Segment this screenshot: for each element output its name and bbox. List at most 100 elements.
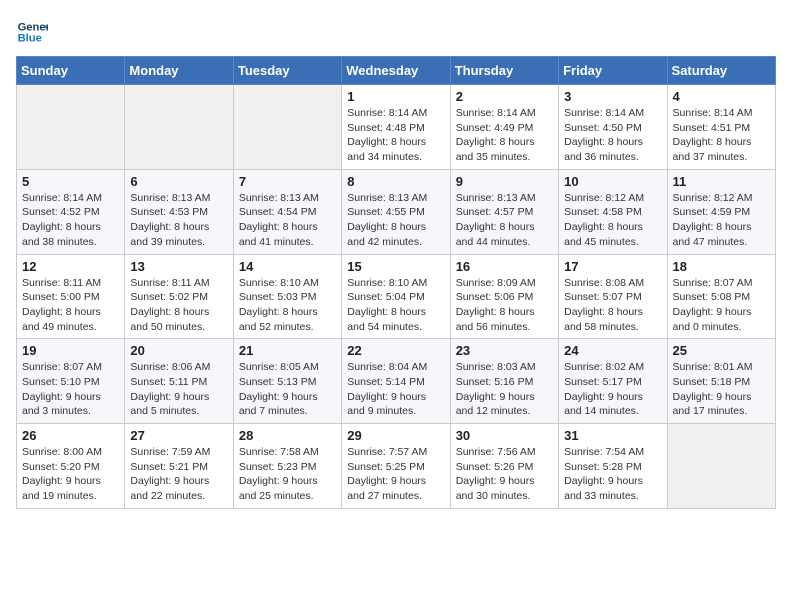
calendar-week-0: 1 Sunrise: 8:14 AM Sunset: 4:48 PM Daylig… <box>17 85 776 170</box>
calendar-week-1: 5Sunrise: 8:14 AM Sunset: 4:52 PM Daylig… <box>17 169 776 254</box>
page-header: General Blue <box>16 16 776 48</box>
calendar-cell: 11 Sunrise: 8:12 AM Sunset: 4:59 PM Dayli… <box>667 169 775 254</box>
day-info: Sunrise: 8:13 AM Sunset: 4:54 PM Dayligh… <box>239 191 336 250</box>
day-number: 3 <box>564 89 661 104</box>
calendar-body: 1 Sunrise: 8:14 AM Sunset: 4:48 PM Daylig… <box>17 85 776 509</box>
calendar-cell: 18Sunrise: 8:07 AM Sunset: 5:08 PM Dayli… <box>667 254 775 339</box>
calendar-cell: 26Sunrise: 8:00 AM Sunset: 5:20 PM Dayli… <box>17 424 125 509</box>
calendar-cell: 3Sunrise: 8:14 AM Sunset: 4:50 PM Daylig… <box>559 85 667 170</box>
day-number: 31 <box>564 428 661 443</box>
day-info: Sunrise: 7:54 AM Sunset: 5:28 PM Dayligh… <box>564 445 661 504</box>
day-info: Sunrise: 8:12 AM Sunset: 4:59 PM Dayligh… <box>673 191 770 250</box>
calendar-cell: 14 Sunrise: 8:10 AM Sunset: 5:03 PM Dayli… <box>233 254 341 339</box>
day-number: 6 <box>130 174 227 189</box>
calendar-week-3: 19 Sunrise: 8:07 AM Sunset: 5:10 PM Dayli… <box>17 339 776 424</box>
logo: General Blue <box>16 16 48 48</box>
day-number: 30 <box>456 428 553 443</box>
day-info: Sunrise: 8:06 AM Sunset: 5:11 PM Dayligh… <box>130 360 227 419</box>
day-info: Sunrise: 8:05 AM Sunset: 5:13 PM Dayligh… <box>239 360 336 419</box>
logo-icon: General Blue <box>16 16 48 48</box>
calendar-cell: 7 Sunrise: 8:13 AM Sunset: 4:54 PM Daylig… <box>233 169 341 254</box>
day-number: 2 <box>456 89 553 104</box>
day-number: 10 <box>564 174 661 189</box>
calendar-cell <box>667 424 775 509</box>
day-number: 13 <box>130 259 227 274</box>
calendar-cell: 4Sunrise: 8:14 AM Sunset: 4:51 PM Daylig… <box>667 85 775 170</box>
day-number: 7 <box>239 174 336 189</box>
day-number: 4 <box>673 89 770 104</box>
weekday-saturday: Saturday <box>667 57 775 85</box>
day-number: 8 <box>347 174 444 189</box>
day-number: 11 <box>673 174 770 189</box>
calendar-cell: 31 Sunrise: 7:54 AM Sunset: 5:28 PM Dayli… <box>559 424 667 509</box>
day-number: 19 <box>22 343 119 358</box>
day-number: 24 <box>564 343 661 358</box>
calendar-cell: 19 Sunrise: 8:07 AM Sunset: 5:10 PM Dayli… <box>17 339 125 424</box>
day-info: Sunrise: 7:58 AM Sunset: 5:23 PM Dayligh… <box>239 445 336 504</box>
day-info: Sunrise: 8:07 AM Sunset: 5:08 PM Dayligh… <box>673 276 770 335</box>
calendar-cell: 16 Sunrise: 8:09 AM Sunset: 5:06 PM Dayli… <box>450 254 558 339</box>
calendar-cell: 2Sunrise: 8:14 AM Sunset: 4:49 PM Daylig… <box>450 85 558 170</box>
day-number: 16 <box>456 259 553 274</box>
calendar-cell: 8 Sunrise: 8:13 AM Sunset: 4:55 PM Daylig… <box>342 169 450 254</box>
calendar-cell: 25 Sunrise: 8:01 AM Sunset: 5:18 PM Dayli… <box>667 339 775 424</box>
day-info: Sunrise: 8:01 AM Sunset: 5:18 PM Dayligh… <box>673 360 770 419</box>
calendar-cell: 12Sunrise: 8:11 AM Sunset: 5:00 PM Dayli… <box>17 254 125 339</box>
calendar-cell: 17Sunrise: 8:08 AM Sunset: 5:07 PM Dayli… <box>559 254 667 339</box>
calendar-cell: 6 Sunrise: 8:13 AM Sunset: 4:53 PM Daylig… <box>125 169 233 254</box>
weekday-sunday: Sunday <box>17 57 125 85</box>
svg-text:Blue: Blue <box>18 33 42 45</box>
day-info: Sunrise: 8:13 AM Sunset: 4:57 PM Dayligh… <box>456 191 553 250</box>
calendar-cell: 29 Sunrise: 7:57 AM Sunset: 5:25 PM Dayli… <box>342 424 450 509</box>
day-info: Sunrise: 8:07 AM Sunset: 5:10 PM Dayligh… <box>22 360 119 419</box>
calendar-week-4: 26Sunrise: 8:00 AM Sunset: 5:20 PM Dayli… <box>17 424 776 509</box>
day-info: Sunrise: 8:11 AM Sunset: 5:02 PM Dayligh… <box>130 276 227 335</box>
calendar-cell: 13 Sunrise: 8:11 AM Sunset: 5:02 PM Dayli… <box>125 254 233 339</box>
day-number: 23 <box>456 343 553 358</box>
day-info: Sunrise: 8:12 AM Sunset: 4:58 PM Dayligh… <box>564 191 661 250</box>
day-info: Sunrise: 8:09 AM Sunset: 5:06 PM Dayligh… <box>456 276 553 335</box>
day-number: 26 <box>22 428 119 443</box>
day-number: 27 <box>130 428 227 443</box>
calendar-cell <box>17 85 125 170</box>
calendar-cell: 20Sunrise: 8:06 AM Sunset: 5:11 PM Dayli… <box>125 339 233 424</box>
day-info: Sunrise: 8:14 AM Sunset: 4:52 PM Dayligh… <box>22 191 119 250</box>
calendar-cell: 24Sunrise: 8:02 AM Sunset: 5:17 PM Dayli… <box>559 339 667 424</box>
day-number: 1 <box>347 89 444 104</box>
calendar-cell: 22Sunrise: 8:04 AM Sunset: 5:14 PM Dayli… <box>342 339 450 424</box>
day-number: 22 <box>347 343 444 358</box>
day-number: 28 <box>239 428 336 443</box>
weekday-thursday: Thursday <box>450 57 558 85</box>
svg-text:General: General <box>18 21 48 33</box>
weekday-header-row: SundayMondayTuesdayWednesdayThursdayFrid… <box>17 57 776 85</box>
calendar-cell: 21 Sunrise: 8:05 AM Sunset: 5:13 PM Dayli… <box>233 339 341 424</box>
day-number: 14 <box>239 259 336 274</box>
calendar-cell: 28 Sunrise: 7:58 AM Sunset: 5:23 PM Dayli… <box>233 424 341 509</box>
day-number: 12 <box>22 259 119 274</box>
day-info: Sunrise: 8:10 AM Sunset: 5:04 PM Dayligh… <box>347 276 444 335</box>
day-info: Sunrise: 7:59 AM Sunset: 5:21 PM Dayligh… <box>130 445 227 504</box>
day-number: 17 <box>564 259 661 274</box>
weekday-tuesday: Tuesday <box>233 57 341 85</box>
calendar-cell: 23 Sunrise: 8:03 AM Sunset: 5:16 PM Dayli… <box>450 339 558 424</box>
day-info: Sunrise: 7:57 AM Sunset: 5:25 PM Dayligh… <box>347 445 444 504</box>
calendar-cell: 15 Sunrise: 8:10 AM Sunset: 5:04 PM Dayli… <box>342 254 450 339</box>
day-number: 25 <box>673 343 770 358</box>
calendar-cell <box>125 85 233 170</box>
weekday-wednesday: Wednesday <box>342 57 450 85</box>
calendar-cell: 10 Sunrise: 8:12 AM Sunset: 4:58 PM Dayli… <box>559 169 667 254</box>
day-info: Sunrise: 8:13 AM Sunset: 4:55 PM Dayligh… <box>347 191 444 250</box>
day-number: 9 <box>456 174 553 189</box>
day-info: Sunrise: 8:03 AM Sunset: 5:16 PM Dayligh… <box>456 360 553 419</box>
calendar-week-2: 12Sunrise: 8:11 AM Sunset: 5:00 PM Dayli… <box>17 254 776 339</box>
day-info: Sunrise: 8:14 AM Sunset: 4:48 PM Dayligh… <box>347 106 444 165</box>
day-info: Sunrise: 8:10 AM Sunset: 5:03 PM Dayligh… <box>239 276 336 335</box>
day-number: 21 <box>239 343 336 358</box>
day-number: 29 <box>347 428 444 443</box>
weekday-monday: Monday <box>125 57 233 85</box>
day-info: Sunrise: 8:13 AM Sunset: 4:53 PM Dayligh… <box>130 191 227 250</box>
calendar-cell: 27 Sunrise: 7:59 AM Sunset: 5:21 PM Dayli… <box>125 424 233 509</box>
day-number: 15 <box>347 259 444 274</box>
calendar-cell: 9 Sunrise: 8:13 AM Sunset: 4:57 PM Daylig… <box>450 169 558 254</box>
day-info: Sunrise: 7:56 AM Sunset: 5:26 PM Dayligh… <box>456 445 553 504</box>
